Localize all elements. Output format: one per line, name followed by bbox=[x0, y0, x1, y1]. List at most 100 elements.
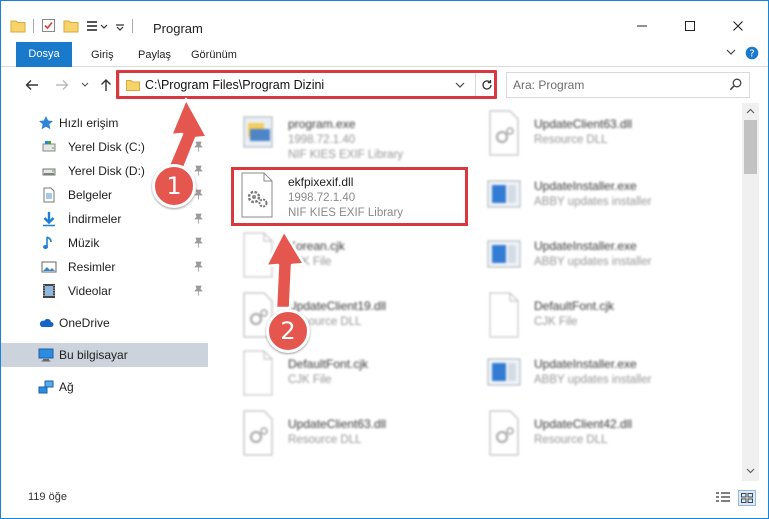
sidebar-item-label: Resimler bbox=[68, 260, 116, 274]
scroll-down-icon[interactable] bbox=[746, 468, 755, 474]
chevron-down-icon[interactable] bbox=[115, 21, 125, 31]
cloud-icon bbox=[39, 318, 54, 327]
arrow-up-icon bbox=[101, 79, 111, 91]
scrollbar-thumb[interactable] bbox=[744, 120, 757, 174]
help-icon[interactable]: ? bbox=[745, 46, 759, 60]
sidebar-item-label: Hızlı erişim bbox=[59, 116, 119, 130]
sidebar-item-pictures[interactable]: Resimler bbox=[1, 255, 208, 279]
search-input[interactable] bbox=[513, 77, 723, 93]
status-bar: 119 öğe bbox=[1, 481, 768, 518]
scroll-up-icon[interactable] bbox=[746, 108, 755, 114]
new-folder-icon[interactable] bbox=[63, 19, 79, 33]
drive-icon bbox=[42, 168, 56, 176]
chevron-down-icon[interactable] bbox=[455, 81, 465, 89]
forward-button[interactable] bbox=[53, 76, 71, 94]
sidebar-item-network[interactable]: Ağ bbox=[1, 375, 208, 399]
title-bar: Program bbox=[1, 1, 768, 39]
file-description: NIF KIES EXIF Library bbox=[288, 207, 404, 219]
address-bar[interactable]: C:\Program Files\Program Dizini bbox=[119, 72, 497, 98]
music-icon bbox=[43, 236, 52, 249]
file-name: DefaultFont.cjk bbox=[534, 299, 615, 313]
file-item[interactable]: DefaultFont.cjk CJK File bbox=[238, 349, 478, 407]
toolbar-divider bbox=[33, 18, 34, 33]
large-icons-view-button[interactable] bbox=[738, 490, 756, 506]
customize-icon[interactable] bbox=[86, 19, 108, 33]
file-item[interactable]: UpdateInstaller.exe ABBY updates install… bbox=[484, 349, 724, 407]
file-type: ABBY updates installer bbox=[534, 374, 652, 386]
sidebar-item-onedrive[interactable]: OneDrive bbox=[1, 311, 208, 335]
installer-icon bbox=[487, 358, 521, 386]
file-item[interactable]: UpdateInstaller.exe ABBY updates install… bbox=[484, 171, 724, 229]
dll-icon bbox=[243, 410, 273, 456]
arrow-right-icon bbox=[56, 80, 69, 90]
file-name: UpdateInstaller.exe bbox=[534, 239, 637, 253]
pin-icon[interactable] bbox=[194, 165, 203, 176]
file-description: NIF KIES EXIF Library bbox=[288, 149, 404, 161]
file-name: UpdateClient63.dll bbox=[288, 417, 387, 431]
sidebar-item-videos[interactable]: Videolar bbox=[1, 279, 208, 303]
tab-share[interactable]: Paylaş bbox=[130, 44, 179, 66]
file-item[interactable]: DefaultFont.cjk CJK File bbox=[484, 291, 724, 349]
properties-icon[interactable] bbox=[41, 18, 56, 33]
file-icon bbox=[243, 350, 273, 396]
pin-icon[interactable] bbox=[194, 141, 203, 152]
search-box[interactable] bbox=[506, 72, 750, 98]
svg-text:?: ? bbox=[749, 49, 754, 60]
sidebar-item-downloads[interactable]: İndirmeler bbox=[1, 207, 208, 231]
tiles-view-icon bbox=[741, 493, 753, 503]
pin-icon[interactable] bbox=[194, 285, 203, 296]
file-type: Resource DLL bbox=[534, 434, 608, 446]
sidebar-item-music[interactable]: Müzik bbox=[1, 231, 208, 255]
tab-view[interactable]: Görünüm bbox=[183, 44, 245, 66]
quick-access-toolbar bbox=[10, 18, 133, 33]
computer-icon bbox=[38, 348, 54, 362]
file-type: Resource DLL bbox=[534, 134, 608, 146]
pin-icon[interactable] bbox=[194, 237, 203, 248]
file-item[interactable]: UpdateInstaller.exe ABBY updates install… bbox=[484, 231, 724, 289]
installer-icon bbox=[487, 180, 521, 208]
file-item[interactable]: Korean.cjk CJK File bbox=[238, 231, 478, 289]
file-type: CJK File bbox=[288, 374, 332, 386]
sidebar-item-label: OneDrive bbox=[59, 316, 110, 330]
maximize-icon bbox=[685, 21, 695, 31]
step-marker-1: 1 bbox=[152, 164, 196, 208]
minimize-button[interactable] bbox=[619, 14, 665, 38]
pin-icon[interactable] bbox=[194, 213, 203, 224]
network-icon bbox=[38, 380, 54, 394]
star-icon bbox=[39, 116, 53, 130]
pin-icon[interactable] bbox=[194, 261, 203, 272]
step-marker-2: 2 bbox=[266, 309, 310, 353]
sidebar-item-label: Yerel Disk (D:) bbox=[68, 164, 145, 178]
tab-file[interactable]: Dosya bbox=[16, 42, 72, 67]
file-item[interactable]: UpdateClient42.dll Resource DLL bbox=[484, 409, 724, 467]
ribbon: Dosya Giriş Paylaş Görünüm ? bbox=[1, 39, 768, 67]
sidebar-item-local-disk-c[interactable]: Yerel Disk (C:) bbox=[1, 135, 208, 159]
sidebar-item-this-pc[interactable]: Bu bilgisayar bbox=[1, 343, 208, 367]
up-button[interactable] bbox=[97, 76, 115, 94]
file-item[interactable]: UpdateClient63.dll Resource DLL bbox=[238, 409, 478, 467]
explorer-window: Program Dosya Giriş Paylaş Görünüm ? C:\… bbox=[0, 0, 769, 519]
sidebar-item-label: Ağ bbox=[59, 380, 74, 394]
file-name: UpdateInstaller.exe bbox=[534, 179, 637, 193]
maximize-button[interactable] bbox=[667, 14, 713, 38]
file-item-ekfpixexif[interactable]: ekfpixexif.dll 1998.72.1.40 NIF KIES EXIF… bbox=[238, 171, 478, 229]
file-version: 1998.72.1.40 bbox=[288, 192, 356, 204]
refresh-button[interactable] bbox=[475, 73, 497, 97]
back-button[interactable] bbox=[23, 76, 41, 94]
tab-home[interactable]: Giriş bbox=[83, 44, 122, 66]
sidebar-item-label: İndirmeler bbox=[68, 212, 122, 226]
documents-icon bbox=[43, 187, 55, 203]
file-item[interactable]: UpdateClient63.dll Resource DLL bbox=[484, 109, 724, 167]
vertical-scrollbar[interactable] bbox=[742, 103, 759, 481]
recent-locations-button[interactable] bbox=[76, 76, 94, 94]
address-path[interactable]: C:\Program Files\Program Dizini bbox=[145, 78, 324, 92]
file-name: ekfpixexif.dll bbox=[288, 175, 354, 189]
file-version: 1998.72.1.40 bbox=[288, 134, 356, 146]
file-item[interactable]: program.exe 1998.72.1.40 NIF KIES EXIF Li… bbox=[238, 109, 478, 167]
close-button[interactable] bbox=[715, 14, 761, 38]
sidebar-item-quick-access[interactable]: Hızlı erişim bbox=[1, 111, 208, 135]
file-type: CJK File bbox=[288, 256, 332, 268]
expand-ribbon-icon[interactable] bbox=[726, 48, 736, 56]
details-view-icon[interactable] bbox=[715, 491, 731, 505]
navigation-pane: Hızlı erişim Yerel Disk (C:) Yerel Disk … bbox=[1, 103, 208, 481]
